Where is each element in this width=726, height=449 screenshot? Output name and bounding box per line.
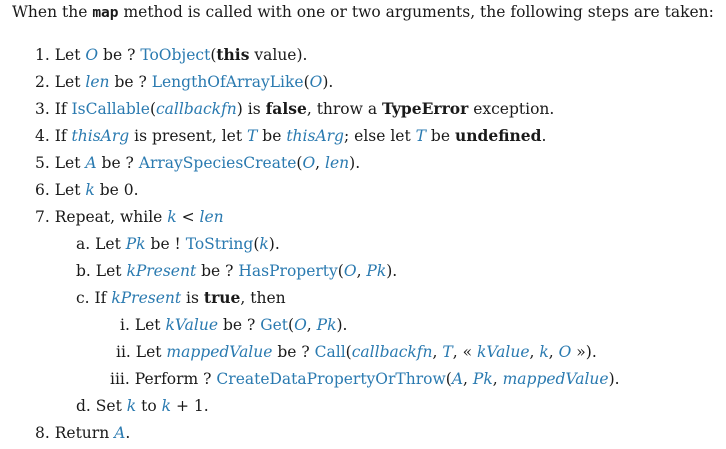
intro-before: When the <box>12 3 93 21</box>
step-text: Return A. <box>54 424 131 442</box>
algorithm-step: 4. If thisArg is present, let T be thisA… <box>35 125 546 147</box>
step-text: Let k be 0. <box>54 181 139 199</box>
step-text: Let kPresent be ? HasProperty(O, Pk). <box>95 262 398 280</box>
step-text: Let len be ? LengthOfArrayLike(O). <box>54 73 334 91</box>
step-marker: a. <box>76 235 91 253</box>
algorithm-step: b. Let kPresent be ? HasProperty(O, Pk). <box>76 260 397 282</box>
step-marker: 3. <box>35 100 50 118</box>
step-marker: d. <box>76 397 91 415</box>
step-marker: 4. <box>35 127 50 145</box>
algorithm-step: c. If kPresent is true, then <box>76 287 286 309</box>
step-marker: i. <box>120 316 130 334</box>
step-text: Perform ? CreateDataPropertyOrThrow(A, P… <box>134 370 620 388</box>
step-marker: 1. <box>35 46 50 64</box>
algorithm-step: a. Let Pk be ! ToString(k). <box>76 233 280 255</box>
step-marker: b. <box>76 262 91 280</box>
step-marker: c. <box>76 289 90 307</box>
algorithm-step: 3. If IsCallable(callbackfn) is false, t… <box>35 98 554 120</box>
algorithm-step: 2. Let len be ? LengthOfArrayLike(O). <box>35 71 333 93</box>
step-text: If kPresent is true, then <box>94 288 286 307</box>
step-text: Let O be ? ToObject(this value). <box>54 45 308 64</box>
algorithm-step: 5. Let A be ? ArraySpeciesCreate(O, len)… <box>35 152 360 174</box>
step-marker: iii. <box>110 370 130 388</box>
step-marker: 2. <box>35 73 50 91</box>
algorithm-step: ii. Let mappedValue be ? Call(callbackfn… <box>116 341 597 363</box>
algorithm-step: 1. Let O be ? ToObject(this value). <box>35 44 307 66</box>
spec-page: { "intro": { "before": "When the ", "met… <box>0 0 726 449</box>
algorithm-step: i. Let kValue be ? Get(O, Pk). <box>120 314 347 336</box>
step-text: Set k to k + 1. <box>95 397 209 415</box>
algorithm-step: d. Set k to k + 1. <box>76 395 209 417</box>
step-text: If thisArg is present, let T be thisArg;… <box>54 126 547 145</box>
algorithm-step: 7. Repeat, while k < len <box>35 206 224 228</box>
algorithm-step: 8. Return A. <box>35 422 130 444</box>
step-text: Let A be ? ArraySpeciesCreate(O, len). <box>54 154 361 172</box>
step-marker: 5. <box>35 154 50 172</box>
step-marker: 6. <box>35 181 50 199</box>
algorithm-step: 6. Let k be 0. <box>35 179 139 201</box>
algorithm-step: iii. Perform ? CreateDataPropertyOrThrow… <box>110 368 620 390</box>
step-marker: 8. <box>35 424 50 442</box>
intro-paragraph: When the map method is called with one o… <box>12 1 714 24</box>
method-name: map <box>92 5 119 21</box>
step-marker: ii. <box>116 343 131 361</box>
step-text: Let Pk be ! ToString(k). <box>95 235 280 253</box>
step-text: Let mappedValue be ? Call(callbackfn, T,… <box>135 343 597 361</box>
intro-after: method is called with one or two argumen… <box>118 3 714 21</box>
step-marker: 7. <box>35 208 50 226</box>
step-text: Repeat, while k < len <box>54 208 224 226</box>
step-text: Let kValue be ? Get(O, Pk). <box>134 316 348 334</box>
step-text: If IsCallable(callbackfn) is false, thro… <box>54 99 555 118</box>
